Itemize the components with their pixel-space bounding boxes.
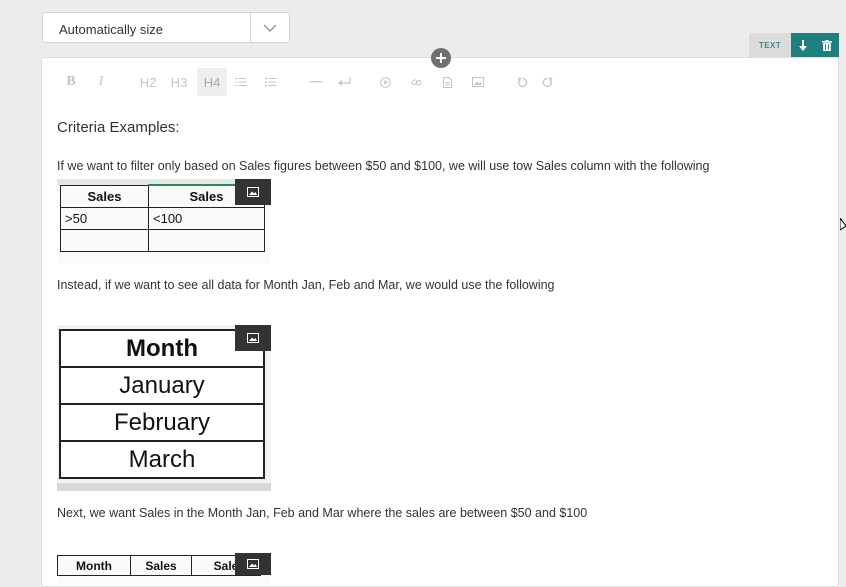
month-header: Month bbox=[59, 329, 265, 368]
redo-button[interactable] bbox=[539, 68, 555, 96]
unordered-list-icon bbox=[265, 77, 277, 87]
bold-button[interactable]: B bbox=[62, 68, 80, 96]
empty-cell-1 bbox=[60, 228, 149, 252]
move-down-button[interactable] bbox=[791, 33, 815, 57]
embedded-image-month-criteria[interactable]: Month January February March bbox=[57, 325, 271, 491]
block-type-label: TEXT bbox=[749, 33, 791, 57]
chevron-down-icon bbox=[263, 24, 277, 32]
undo-button[interactable] bbox=[514, 68, 530, 96]
redo-icon bbox=[542, 77, 552, 87]
image-icon bbox=[247, 559, 259, 569]
line-break-button[interactable] bbox=[336, 68, 352, 96]
paragraph-2: Instead, if we want to see all data for … bbox=[57, 278, 555, 292]
video-button[interactable] bbox=[377, 68, 393, 96]
delete-block-button[interactable] bbox=[815, 33, 839, 57]
h4-button[interactable]: H4 bbox=[197, 68, 227, 96]
criteria-cell-2: <100 bbox=[148, 206, 265, 230]
image-icon bbox=[247, 333, 259, 343]
image-options-button[interactable] bbox=[235, 325, 271, 351]
video-icon bbox=[379, 76, 391, 88]
arrow-down-icon bbox=[799, 39, 807, 51]
text-editor[interactable]: B I H2 H3 H4 Criteria Examples: If we wa… bbox=[41, 57, 839, 587]
file-icon bbox=[442, 76, 452, 88]
line-break-icon bbox=[337, 77, 351, 86]
image-options-button[interactable] bbox=[235, 553, 271, 575]
embedded-image-month-sales-criteria[interactable]: Month Sales Sale bbox=[57, 553, 271, 583]
link-icon bbox=[411, 78, 422, 86]
empty-cell-2 bbox=[148, 228, 265, 252]
undo-icon bbox=[517, 77, 527, 87]
criteria-cell-1: >50 bbox=[60, 206, 149, 230]
ordered-list-icon bbox=[235, 78, 247, 86]
editor-toolbar: B I H2 H3 H4 bbox=[42, 68, 838, 96]
italic-button[interactable]: I bbox=[92, 68, 110, 96]
plus-icon bbox=[436, 53, 446, 63]
sales-header-1: Sales bbox=[60, 184, 149, 208]
size-dropdown[interactable]: Automatically size bbox=[42, 12, 290, 43]
size-dropdown-value: Automatically size bbox=[59, 22, 164, 37]
month-row-february: February bbox=[59, 403, 265, 442]
paragraph-3: Next, we want Sales in the Month Jan, Fe… bbox=[57, 506, 588, 520]
size-dropdown-toggle[interactable] bbox=[250, 13, 289, 42]
add-block-button[interactable] bbox=[431, 48, 451, 68]
ordered-list-button[interactable] bbox=[233, 68, 249, 96]
trash-icon bbox=[822, 39, 832, 51]
link-button[interactable] bbox=[408, 68, 424, 96]
file-button[interactable] bbox=[439, 68, 455, 96]
h3-button[interactable]: H3 bbox=[167, 68, 191, 96]
image-button[interactable] bbox=[470, 68, 486, 96]
month-row-january: January bbox=[59, 366, 265, 405]
unordered-list-button[interactable] bbox=[263, 68, 279, 96]
horizontal-rule-button[interactable] bbox=[308, 68, 324, 96]
image-icon bbox=[472, 77, 484, 87]
h2-button[interactable]: H2 bbox=[136, 68, 160, 96]
image-icon bbox=[247, 187, 259, 197]
horizontal-rule-icon bbox=[310, 81, 322, 83]
mouse-cursor-icon bbox=[840, 218, 846, 231]
block-controls: TEXT bbox=[749, 33, 839, 57]
paragraph-1: If we want to filter only based on Sales… bbox=[57, 159, 710, 173]
embedded-image-sales-criteria[interactable]: Sales Sales >50 <100 bbox=[57, 179, 271, 263]
content-heading: Criteria Examples: bbox=[57, 119, 180, 136]
image-options-button[interactable] bbox=[235, 179, 271, 205]
month-row-march: March bbox=[59, 440, 265, 479]
